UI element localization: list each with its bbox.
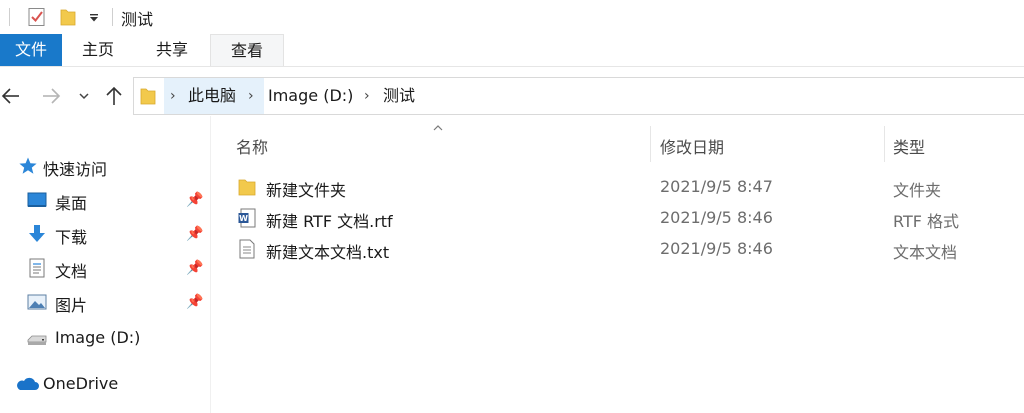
- breadcrumb-drive[interactable]: Image (D:): [268, 78, 353, 114]
- file-type: RTF 格式: [893, 212, 960, 231]
- sidebar-item-label: 下载: [55, 228, 88, 247]
- sidebar-item-label: 文档: [55, 262, 88, 281]
- chevron-down-icon[interactable]: [78, 90, 90, 102]
- breadcrumb-chevron-icon[interactable]: ›: [170, 78, 176, 114]
- star-icon: [19, 157, 37, 174]
- pin-icon[interactable]: 📌: [186, 192, 203, 208]
- title-bar: 测试: [0, 0, 1024, 34]
- desktop-icon: [27, 192, 47, 207]
- pin-icon[interactable]: 📌: [186, 226, 203, 242]
- tab-share[interactable]: 共享: [134, 34, 210, 66]
- sidebar-item-downloads[interactable]: 下载 📌: [0, 220, 210, 250]
- file-modified: 2021/9/5 8:46: [660, 208, 773, 227]
- breadcrumb-this-pc[interactable]: 此电脑: [188, 78, 236, 114]
- table-row[interactable]: W 新建 RTF 文档.rtf 2021/9/5 8:46 RTF 格式: [230, 204, 1024, 234]
- tab-file[interactable]: 文件: [0, 34, 62, 66]
- properties-icon[interactable]: [27, 7, 47, 27]
- file-type: 文件夹: [893, 181, 942, 200]
- table-row[interactable]: 新建文件夹 2021/9/5 8:47 文件夹: [230, 173, 1024, 203]
- sidebar-item-label: 图片: [55, 296, 88, 315]
- folder-icon: [238, 179, 256, 196]
- pin-icon[interactable]: 📌: [186, 294, 203, 310]
- address-bar[interactable]: › 此电脑 › Image (D:) › 测试: [133, 77, 1024, 115]
- tab-home[interactable]: 主页: [62, 34, 134, 66]
- tab-view[interactable]: 查看: [210, 34, 284, 66]
- sort-ascending-icon: [433, 125, 443, 131]
- new-folder-icon[interactable]: [60, 8, 76, 26]
- breadcrumb-chevron-icon[interactable]: ›: [248, 78, 254, 114]
- forward-arrow-icon[interactable]: [40, 86, 62, 106]
- cloud-icon: [17, 377, 39, 390]
- folder-icon: [140, 88, 156, 105]
- title-separator: [112, 8, 113, 26]
- pin-icon[interactable]: 📌: [186, 260, 203, 276]
- sidebar-item-label: 桌面: [55, 194, 88, 213]
- download-icon: [29, 225, 45, 242]
- sidebar-item-desktop[interactable]: 桌面 📌: [0, 186, 210, 216]
- file-modified: 2021/9/5 8:46: [660, 239, 773, 258]
- sidebar-item-label: OneDrive: [43, 374, 119, 393]
- sidebar-item-quick-access[interactable]: 快速访问: [0, 152, 210, 182]
- table-row[interactable]: 新建文本文档.txt 2021/9/5 8:46 文本文档: [230, 235, 1024, 265]
- sidebar-item-label: 快速访问: [43, 160, 108, 179]
- navigation-pane: 快速访问 桌面 📌 下载 📌 文档 📌 图片 📌 Image (D:) OneD…: [0, 116, 210, 413]
- sidebar-item-drive-d[interactable]: Image (D:): [0, 324, 210, 354]
- file-name: 新建 RTF 文档.rtf: [266, 212, 393, 231]
- drive-icon: [27, 335, 47, 345]
- sidebar-item-label: Image (D:): [55, 328, 141, 347]
- up-arrow-icon[interactable]: [104, 85, 124, 107]
- title-separator: [9, 8, 10, 26]
- text-file-icon: [239, 239, 255, 259]
- column-divider[interactable]: [650, 126, 651, 162]
- breadcrumb-current-folder[interactable]: 测试: [383, 78, 415, 114]
- window-title: 测试: [121, 10, 154, 29]
- word-document-icon: W: [238, 208, 256, 228]
- svg-text:W: W: [239, 214, 248, 223]
- file-name: 新建文本文档.txt: [266, 243, 390, 262]
- sidebar-item-onedrive[interactable]: OneDrive: [0, 370, 210, 400]
- file-modified: 2021/9/5 8:47: [660, 177, 773, 196]
- column-divider[interactable]: [884, 126, 885, 162]
- column-header-name[interactable]: 名称: [236, 134, 268, 158]
- customize-toolbar-icon[interactable]: [88, 12, 100, 24]
- document-icon: [29, 258, 45, 278]
- column-header-modified[interactable]: 修改日期: [660, 134, 724, 158]
- breadcrumb-chevron-icon[interactable]: ›: [364, 78, 370, 114]
- file-name: 新建文件夹: [266, 181, 347, 200]
- ribbon-tabs: 文件 主页 共享 查看: [0, 34, 1024, 67]
- back-arrow-icon[interactable]: [0, 86, 22, 106]
- picture-icon: [27, 294, 47, 310]
- sidebar-item-pictures[interactable]: 图片 📌: [0, 288, 210, 318]
- sidebar-item-documents[interactable]: 文档 📌: [0, 254, 210, 284]
- file-type: 文本文档: [893, 243, 958, 262]
- column-header-type[interactable]: 类型: [893, 134, 925, 158]
